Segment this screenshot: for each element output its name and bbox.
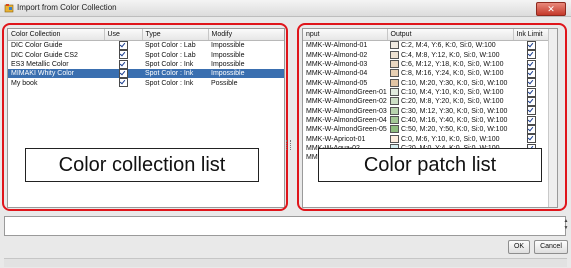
message-spinner[interactable]: ▲ ▼ — [563, 218, 569, 232]
close-button[interactable]: ✕ — [536, 2, 566, 16]
window-title: Import from Color Collection — [17, 3, 117, 12]
status-bar — [4, 258, 567, 267]
message-field[interactable] — [4, 216, 566, 236]
collection-highlight-box — [2, 23, 288, 211]
splitter-handle[interactable] — [286, 140, 291, 150]
ok-button[interactable]: OK — [508, 240, 530, 254]
spinner-down-icon[interactable]: ▼ — [563, 225, 569, 232]
app-icon — [4, 4, 14, 13]
spinner-up-icon[interactable]: ▲ — [563, 218, 569, 225]
cancel-button[interactable]: Cancel — [534, 240, 568, 254]
title-bar: Import from Color Collection ✕ — [0, 0, 571, 17]
patch-highlight-box — [297, 23, 567, 211]
